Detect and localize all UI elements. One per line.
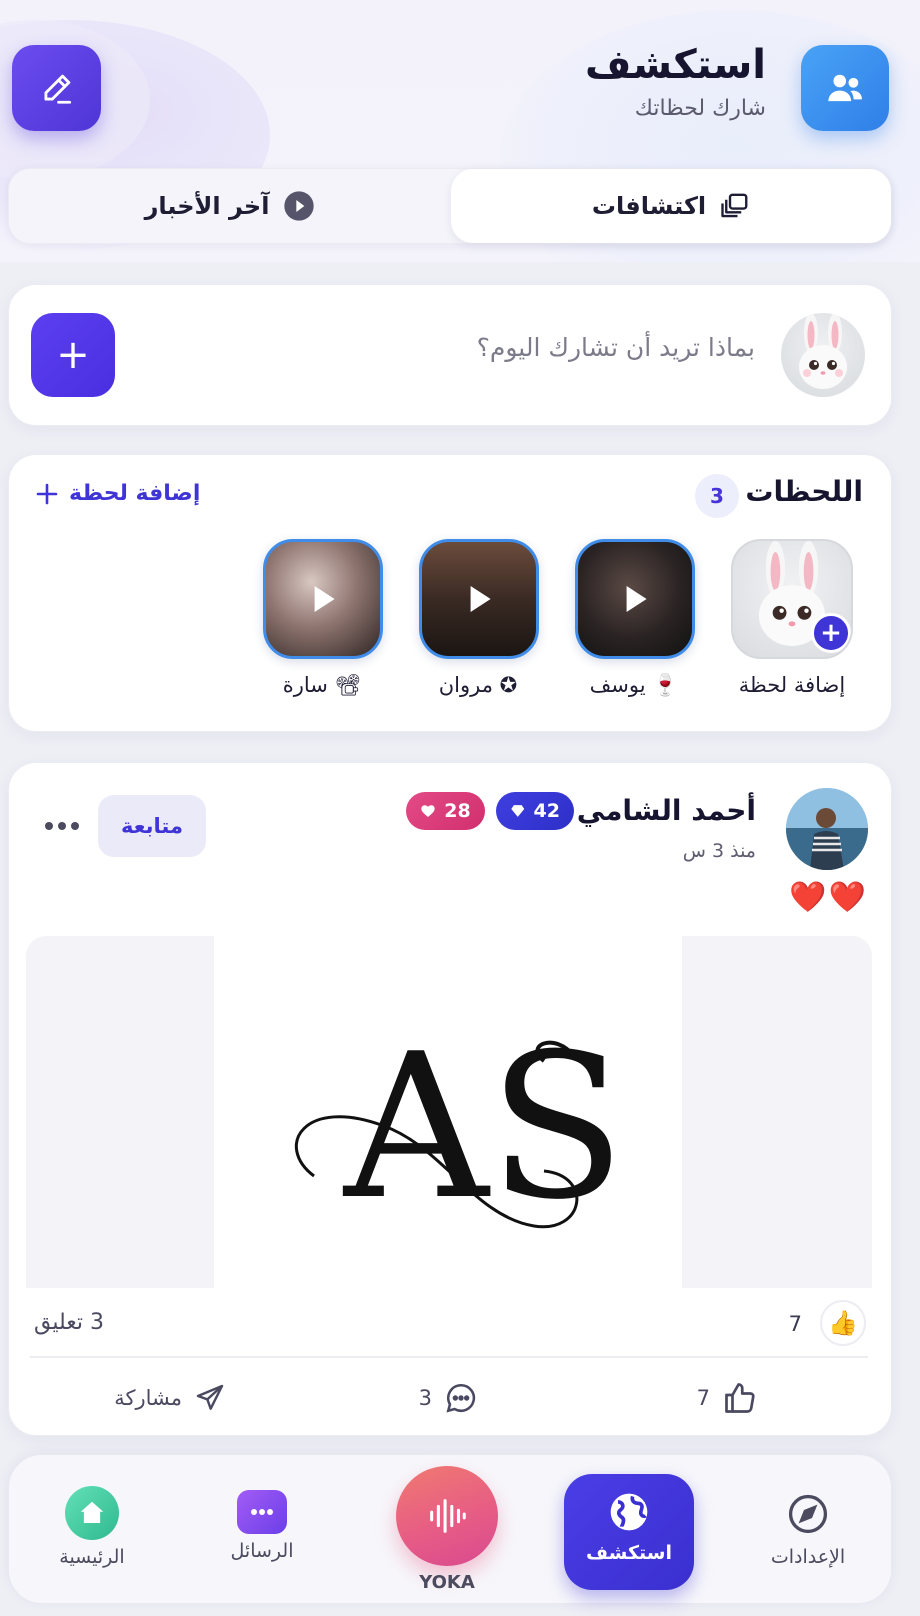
share-button[interactable]: مشاركة bbox=[114, 1378, 226, 1418]
nav-label: الرسائل bbox=[230, 1540, 294, 1562]
users-button[interactable] bbox=[801, 45, 889, 131]
page-subtitle: شارك لحظاتك bbox=[634, 96, 766, 121]
bunny-avatar-image bbox=[799, 313, 847, 389]
moments-section: اللحظات 3 إضافة لحظة + إضافة لحظة 🍷 يوسف… bbox=[8, 454, 892, 732]
pencil-icon bbox=[43, 74, 71, 104]
users-icon bbox=[828, 74, 862, 102]
follow-button[interactable]: متابعة bbox=[98, 795, 206, 857]
thumbs-up-icon bbox=[725, 1383, 755, 1413]
comment-button[interactable]: 3 bbox=[419, 1378, 478, 1418]
add-moment-link[interactable]: إضافة لحظة bbox=[35, 481, 200, 506]
reaction-emoji[interactable]: 👍 bbox=[820, 1300, 866, 1346]
tab-bar: اكتشافات آخر الأخبار bbox=[8, 168, 892, 244]
play-icon bbox=[470, 586, 491, 612]
divider bbox=[30, 1356, 868, 1358]
yoka-voice-button[interactable] bbox=[396, 1466, 498, 1566]
more-options-button[interactable] bbox=[42, 812, 82, 840]
composer-input[interactable]: بماذا تريد أن تشارك اليوم؟ bbox=[477, 333, 755, 362]
chat-bubble-icon bbox=[446, 1383, 476, 1413]
as-monogram-logo: AS bbox=[294, 1011, 625, 1244]
comments-summary[interactable]: 3 تعليق bbox=[34, 1310, 104, 1335]
add-moment-label: إضافة لحظة bbox=[738, 673, 846, 697]
moment-marwan[interactable] bbox=[419, 539, 539, 659]
globe-icon bbox=[610, 1493, 648, 1531]
diamond-icon bbox=[511, 805, 525, 817]
moment-label: ✪ مروان bbox=[403, 673, 553, 697]
add-post-button[interactable]: + bbox=[31, 313, 115, 397]
plus-icon bbox=[36, 483, 58, 504]
author-photo bbox=[786, 788, 868, 870]
post-timestamp: منذ 3 س bbox=[682, 840, 756, 862]
moment-emoji: ✪ bbox=[499, 673, 518, 697]
moment-sara[interactable] bbox=[263, 539, 383, 659]
chat-icon bbox=[237, 1490, 287, 1534]
moment-name: مروان bbox=[438, 673, 493, 697]
likes-badge: 28 bbox=[406, 792, 485, 830]
house-icon bbox=[80, 1501, 104, 1523]
reactions-count: 7 bbox=[788, 1312, 802, 1336]
moment-label: 🍷 يوسف bbox=[559, 673, 709, 698]
message-dots-icon bbox=[251, 1509, 273, 1515]
likes-badge-count: 28 bbox=[444, 800, 471, 822]
dot-icon bbox=[45, 822, 53, 830]
add-moment-tile[interactable]: + bbox=[731, 539, 853, 659]
moment-emoji: 🍷 bbox=[652, 673, 679, 697]
edit-button[interactable] bbox=[12, 45, 101, 131]
nav-explore[interactable]: استكشف bbox=[564, 1474, 694, 1590]
nav-icon bbox=[603, 1486, 655, 1538]
nav-label: الرئيسية bbox=[59, 1546, 125, 1568]
nav-settings[interactable]: الإعدادات bbox=[738, 1478, 878, 1568]
moment-emoji: 📽 bbox=[334, 673, 362, 697]
like-count: 7 bbox=[696, 1386, 710, 1410]
page-title: استكشف bbox=[585, 42, 766, 88]
like-button[interactable]: 7 bbox=[697, 1378, 758, 1418]
add-moment-plus-icon: + bbox=[811, 613, 851, 653]
compass-icon bbox=[788, 1494, 828, 1534]
sound-wave-icon bbox=[430, 1499, 466, 1533]
comment-count: 3 bbox=[418, 1386, 432, 1410]
logo-image: AS bbox=[214, 936, 682, 1288]
dot-icon bbox=[71, 822, 79, 830]
post-caption: ❤️❤️ bbox=[789, 880, 868, 915]
moment-label: 📽 سارة bbox=[247, 673, 397, 698]
moment-youssef[interactable] bbox=[575, 539, 695, 659]
home-icon bbox=[65, 1486, 119, 1540]
post-author-name[interactable]: أحمد الشامي bbox=[577, 794, 756, 827]
gems-count: 42 bbox=[533, 800, 560, 822]
nav-label: استكشف bbox=[586, 1542, 672, 1564]
moments-count-badge: 3 bbox=[695, 474, 739, 518]
dot-icon bbox=[58, 822, 66, 830]
nav-label: الإعدادات bbox=[770, 1546, 846, 1568]
gallery-icon bbox=[721, 193, 748, 218]
play-icon bbox=[314, 586, 335, 612]
nav-messages[interactable]: الرسائل bbox=[192, 1478, 332, 1562]
gems-badge: 42 bbox=[496, 792, 574, 830]
avatar[interactable] bbox=[781, 313, 865, 397]
post-composer: بماذا تريد أن تشارك اليوم؟ + bbox=[8, 284, 892, 426]
tab-latest-news[interactable]: آخر الأخبار bbox=[9, 169, 451, 243]
nav-home[interactable]: الرئيسية bbox=[22, 1478, 162, 1568]
post-image[interactable]: AS bbox=[26, 936, 872, 1288]
heart-icon bbox=[421, 805, 435, 817]
moment-name: يوسف bbox=[589, 673, 646, 697]
moment-name: سارة bbox=[282, 673, 328, 697]
add-moment-link-label: إضافة لحظة bbox=[69, 481, 201, 506]
play-icon bbox=[626, 586, 647, 612]
yoka-label: YOKA bbox=[419, 1572, 475, 1593]
tab-label: آخر الأخبار bbox=[144, 192, 270, 220]
section-title: اللحظات bbox=[745, 475, 863, 508]
tab-label: اكتشافات bbox=[591, 192, 707, 220]
send-icon bbox=[196, 1384, 224, 1410]
share-label: مشاركة bbox=[114, 1386, 182, 1410]
tab-discoveries[interactable]: اكتشافات bbox=[451, 169, 891, 243]
play-circle-icon bbox=[284, 191, 315, 221]
nav-icon bbox=[782, 1488, 834, 1540]
author-avatar[interactable] bbox=[786, 788, 868, 870]
